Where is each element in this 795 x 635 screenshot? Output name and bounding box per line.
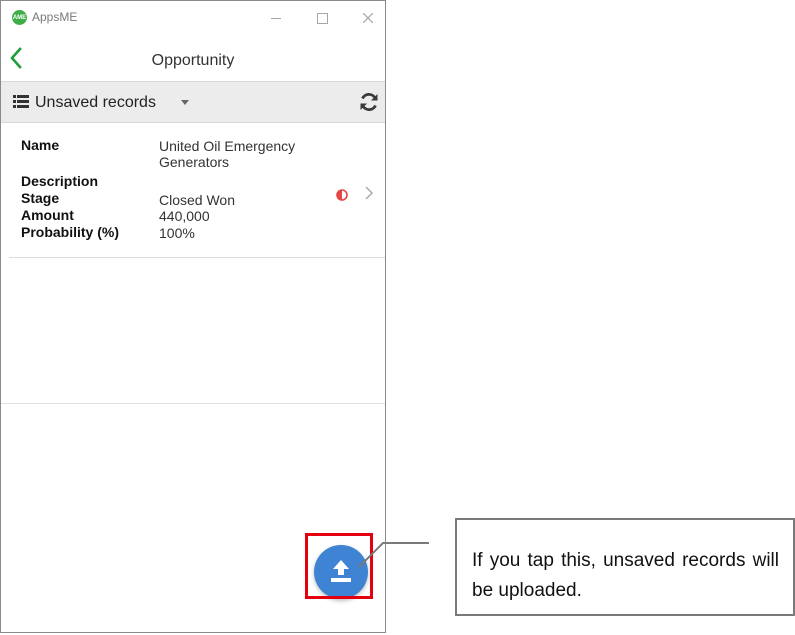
callout-text: If you tap this, unsaved records will be… xyxy=(472,550,779,601)
callout-box: If you tap this, unsaved records will be… xyxy=(455,518,795,616)
